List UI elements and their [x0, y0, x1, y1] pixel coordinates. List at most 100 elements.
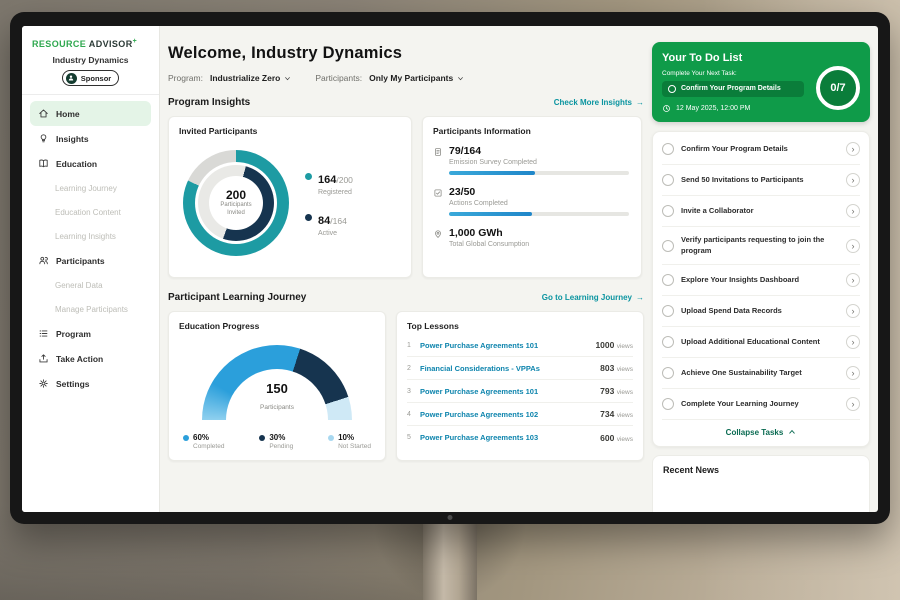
info-row-consumption: 1,000 GWh Total Global Consumption [433, 227, 629, 248]
legend-dot [259, 435, 265, 441]
task-row[interactable]: Achieve One Sustainability Target › [662, 358, 860, 389]
task-row[interactable]: Upload Spend Data Records › [662, 296, 860, 327]
check-more-insights-link[interactable]: Check More Insights → [554, 98, 644, 107]
sidebar-item-learning-journey[interactable]: Learning Journey [30, 176, 151, 200]
chevron-right-icon[interactable]: › [846, 204, 860, 218]
section-title-program-insights: Program Insights [168, 97, 250, 108]
chevron-right-icon[interactable]: › [846, 335, 860, 349]
go-to-learning-journey-label: Go to Learning Journey [542, 293, 632, 302]
info-value: 23/50 [449, 186, 508, 198]
upload-icon [38, 353, 49, 364]
sidebar-item-settings[interactable]: Settings [30, 371, 151, 396]
sidebar-item-general-data[interactable]: General Data [30, 273, 151, 297]
org-name: Industry Dynamics [22, 55, 159, 65]
checklist-icon [433, 188, 443, 198]
collapse-tasks-link[interactable]: Collapse Tasks [662, 420, 860, 444]
invited-participants-card: Invited Participants 200 Participants In… [168, 116, 412, 278]
lesson-link[interactable]: Financial Considerations - VPPAs [420, 364, 593, 373]
task-checkbox[interactable] [662, 143, 674, 155]
lesson-link[interactable]: Power Purchase Agreements 101 [420, 341, 588, 350]
participants-dropdown[interactable]: Only My Participants [369, 73, 464, 83]
task-checkbox[interactable] [662, 205, 674, 217]
sidebar-item-program[interactable]: Program [30, 321, 151, 346]
sidebar-item-home[interactable]: Home [30, 101, 151, 126]
chevron-right-icon[interactable]: › [846, 366, 860, 380]
card-title: Invited Participants [169, 117, 411, 136]
task-row[interactable]: Upload Additional Educational Content › [662, 327, 860, 358]
task-row[interactable]: Explore Your Insights Dashboard › [662, 265, 860, 296]
task-row[interactable]: Complete Your Learning Journey › [662, 389, 860, 420]
sidebar-item-participants[interactable]: Participants [30, 248, 151, 273]
legend-item-active: 84/164 Active [305, 211, 353, 237]
arrow-right-icon: → [636, 293, 644, 302]
invited-donut-chart: 200 Participants Invited [183, 150, 289, 256]
app-logo: RESOURCE ADVISOR+ [22, 26, 159, 51]
next-task-button[interactable]: Confirm Your Program Details [662, 81, 804, 97]
legend-item-pending: 30% Pending [259, 433, 293, 450]
lesson-link[interactable]: Power Purchase Agreements 102 [420, 410, 593, 419]
monitor-stand [423, 522, 477, 600]
task-row[interactable]: Send 50 Invitations to Participants › [662, 165, 860, 196]
lesson-rank: 4 [407, 411, 413, 418]
task-row[interactable]: Verify participants requesting to join t… [662, 227, 860, 264]
todo-progress-value: 0/7 [830, 82, 845, 94]
task-row[interactable]: Invite a Collaborator › [662, 196, 860, 227]
progress-bar [449, 171, 629, 175]
legend-item-not-started: 10% Not Started [328, 433, 371, 450]
chevron-right-icon[interactable]: › [846, 239, 860, 253]
sidebar-item-label: Take Action [56, 354, 103, 364]
legend-dot [183, 435, 189, 441]
task-checkbox[interactable] [662, 336, 674, 348]
sidebar-item-education-content[interactable]: Education Content [30, 200, 151, 224]
clock-icon [662, 104, 671, 113]
lesson-link[interactable]: Power Purchase Agreements 103 [420, 433, 593, 442]
legend-value: 164 [318, 174, 336, 186]
task-checkbox[interactable] [662, 274, 674, 286]
card-title: Participants Information [423, 117, 641, 136]
task-checkbox[interactable] [662, 367, 674, 379]
sidebar-nav: Home Insights Education Learning Journey [22, 101, 159, 396]
task-checkbox[interactable] [662, 240, 674, 252]
program-dropdown[interactable]: Industrialize Zero [210, 73, 291, 83]
chevron-right-icon[interactable]: › [846, 142, 860, 156]
program-dropdown-value: Industrialize Zero [210, 73, 280, 83]
sidebar: RESOURCE ADVISOR+ Industry Dynamics Spon… [22, 26, 160, 512]
task-checkbox[interactable] [662, 398, 674, 410]
sidebar-item-learning-insights[interactable]: Learning Insights [30, 224, 151, 248]
program-filter-label: Program: [168, 73, 203, 83]
check-more-insights-label: Check More Insights [554, 98, 632, 107]
go-to-learning-journey-link[interactable]: Go to Learning Journey → [542, 293, 644, 302]
task-checkbox[interactable] [662, 305, 674, 317]
sidebar-item-education[interactable]: Education [30, 151, 151, 176]
collapse-tasks-label: Collapse Tasks [726, 428, 784, 437]
chevron-right-icon[interactable]: › [846, 173, 860, 187]
monitor-bezel: RESOURCE ADVISOR+ Industry Dynamics Spon… [10, 12, 890, 524]
info-row-emission-survey: 79/164 Emission Survey Completed [433, 145, 629, 175]
chevron-right-icon[interactable]: › [846, 304, 860, 318]
task-row[interactable]: Confirm Your Program Details › [662, 134, 860, 165]
card-title: Education Progress [169, 312, 385, 331]
task-label: Invite a Collaborator [681, 206, 839, 216]
education-gauge-chart: 150 Participants [202, 345, 352, 421]
lesson-row: 4 Power Purchase Agreements 102 734 view… [407, 403, 633, 426]
lesson-rank: 3 [407, 388, 413, 395]
survey-icon [433, 147, 443, 157]
card-title: Top Lessons [397, 312, 643, 331]
top-lessons-card: Top Lessons 1 Power Purchase Agreements … [396, 311, 644, 461]
brand-advisor: ADVISOR [89, 39, 133, 49]
todo-summary-card: Your To Do List Complete Your Next Task:… [652, 42, 870, 122]
task-checkbox[interactable] [662, 174, 674, 186]
sidebar-item-insights[interactable]: Insights [30, 126, 151, 151]
arrow-right-icon: → [636, 98, 644, 107]
sidebar-item-label: Settings [56, 379, 90, 389]
participants-filter-label: Participants: [315, 73, 362, 83]
sidebar-item-manage-participants[interactable]: Manage Participants [30, 297, 151, 321]
sidebar-item-take-action[interactable]: Take Action [30, 346, 151, 371]
lesson-row: 1 Power Purchase Agreements 101 1000 vie… [407, 334, 633, 357]
gauge-center: 150 Participants [202, 381, 352, 414]
chevron-right-icon[interactable]: › [846, 397, 860, 411]
lesson-link[interactable]: Power Purchase Agreements 101 [420, 387, 593, 396]
todo-title: Your To Do List [662, 52, 860, 64]
recent-news-title: Recent News [663, 465, 859, 475]
chevron-right-icon[interactable]: › [846, 273, 860, 287]
